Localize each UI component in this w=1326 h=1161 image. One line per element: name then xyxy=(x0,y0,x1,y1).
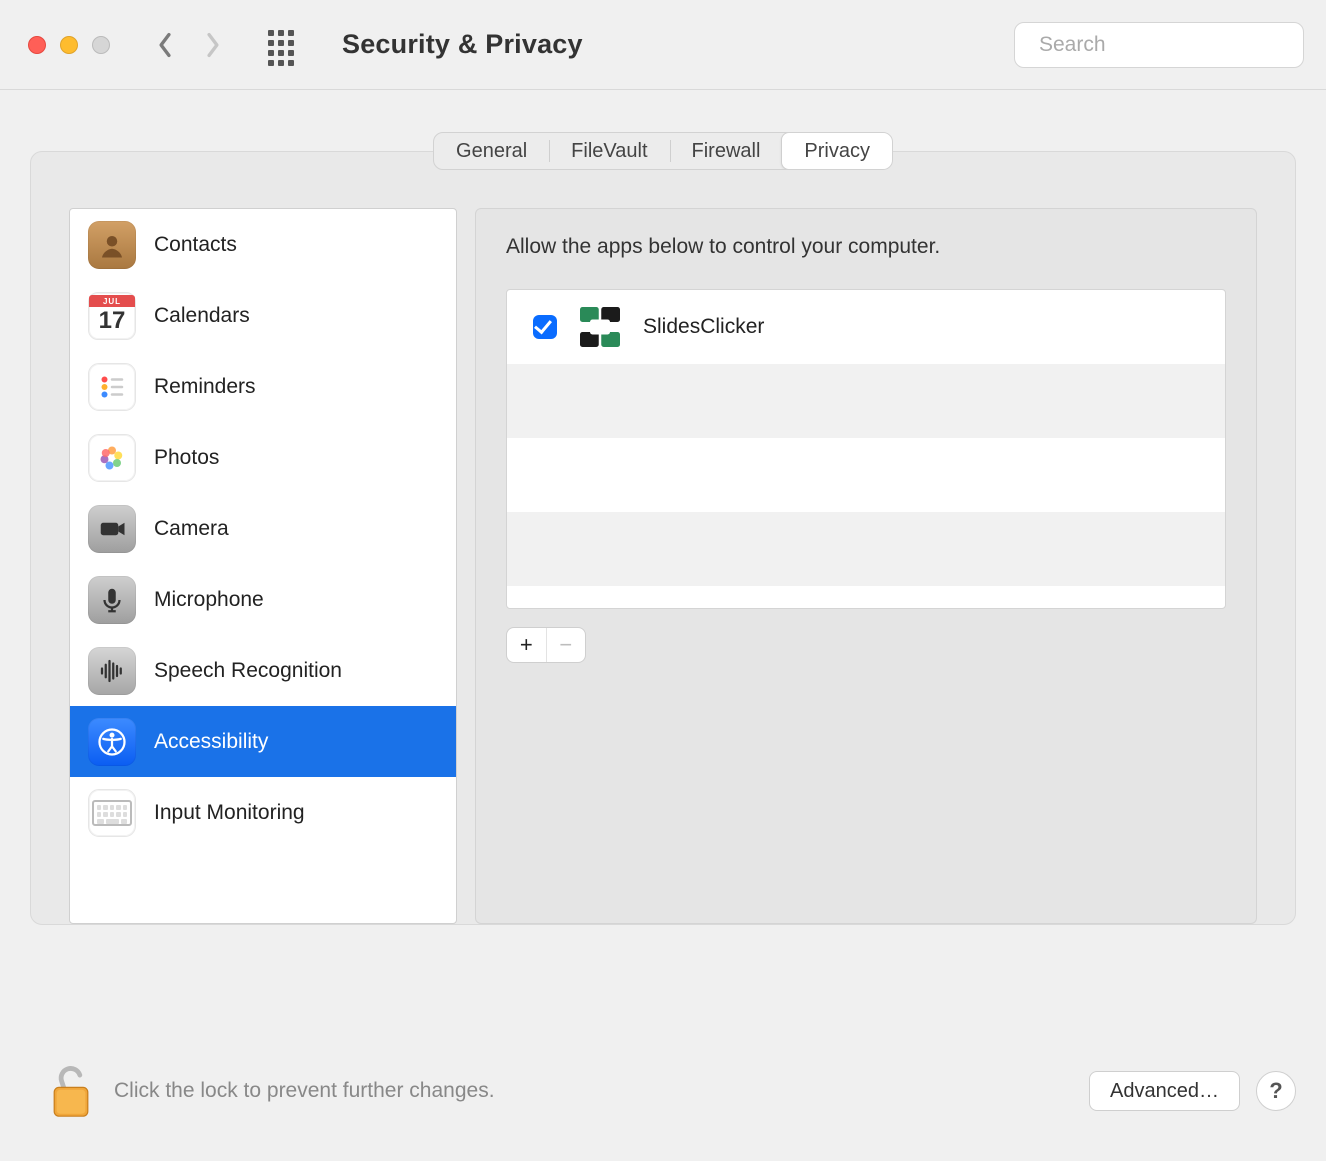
close-window-button[interactable] xyxy=(28,36,46,54)
app-row[interactable]: SlidesClicker xyxy=(507,290,1225,364)
sidebar-label: Accessibility xyxy=(154,730,268,754)
sidebar-label: Reminders xyxy=(154,375,256,399)
lock-button[interactable] xyxy=(46,1061,96,1121)
photos-icon xyxy=(88,434,136,482)
remove-app-button[interactable]: − xyxy=(547,628,586,662)
search-field[interactable] xyxy=(1014,22,1304,68)
sidebar-label: Input Monitoring xyxy=(154,801,305,825)
app-name-label: SlidesClicker xyxy=(643,315,764,339)
sidebar-item-speech-recognition[interactable]: Speech Recognition xyxy=(70,635,456,706)
sidebar-item-photos[interactable]: Photos xyxy=(70,422,456,493)
sidebar-item-reminders[interactable]: Reminders xyxy=(70,351,456,422)
camera-icon xyxy=(88,505,136,553)
sidebar-item-accessibility[interactable]: Accessibility xyxy=(70,706,456,777)
privacy-category-list[interactable]: Contacts JUL 17 Calendars Reminders xyxy=(69,208,457,924)
app-row-empty xyxy=(507,512,1225,586)
sidebar-label: Calendars xyxy=(154,304,250,328)
show-all-prefs-button[interactable] xyxy=(268,30,298,60)
sidebar-item-input-monitoring[interactable]: Input Monitoring xyxy=(70,777,456,848)
add-remove-control: + − xyxy=(506,627,586,663)
reminders-icon xyxy=(88,363,136,411)
lock-hint-text: Click the lock to prevent further change… xyxy=(114,1079,495,1103)
traffic-lights xyxy=(28,36,110,54)
sidebar-item-microphone[interactable]: Microphone xyxy=(70,564,456,635)
footer: Click the lock to prevent further change… xyxy=(0,1021,1326,1161)
search-input[interactable] xyxy=(1039,33,1310,57)
unlocked-lock-icon xyxy=(46,1061,96,1121)
contacts-icon xyxy=(88,221,136,269)
advanced-button[interactable]: Advanced… xyxy=(1089,1071,1240,1111)
tab-firewall[interactable]: Firewall xyxy=(670,133,783,169)
speech-recognition-icon xyxy=(88,647,136,695)
sidebar-item-calendars[interactable]: JUL 17 Calendars xyxy=(70,280,456,351)
sidebar-label: Contacts xyxy=(154,233,237,257)
microphone-icon xyxy=(88,576,136,624)
accessibility-detail-pane: Allow the apps below to control your com… xyxy=(475,208,1257,924)
accessibility-icon xyxy=(88,718,136,766)
sidebar-label: Microphone xyxy=(154,588,264,612)
app-row-empty xyxy=(507,438,1225,512)
chevron-right-icon xyxy=(204,32,222,58)
nav-arrows xyxy=(154,30,224,60)
calendars-icon: JUL 17 xyxy=(88,292,136,340)
minimize-window-button[interactable] xyxy=(60,36,78,54)
sidebar-item-camera[interactable]: Camera xyxy=(70,493,456,564)
tab-general[interactable]: General xyxy=(434,133,549,169)
toolbar: Security & Privacy xyxy=(0,0,1326,90)
sidebar-item-contacts[interactable]: Contacts xyxy=(70,209,456,280)
window-title: Security & Privacy xyxy=(342,29,583,60)
add-app-button[interactable]: + xyxy=(507,628,547,662)
app-icon xyxy=(575,302,625,352)
forward-button[interactable] xyxy=(202,30,224,60)
back-button[interactable] xyxy=(154,30,176,60)
sidebar-label: Speech Recognition xyxy=(154,659,342,683)
sidebar-label: Photos xyxy=(154,446,219,470)
chevron-left-icon xyxy=(156,32,174,58)
keyboard-icon xyxy=(88,789,136,837)
allowed-apps-list[interactable]: SlidesClicker xyxy=(506,289,1226,609)
help-button[interactable]: ? xyxy=(1256,1071,1296,1111)
app-row-empty xyxy=(507,586,1225,606)
app-row-empty xyxy=(507,364,1225,438)
app-enable-checkbox[interactable] xyxy=(533,315,557,339)
privacy-panel: Contacts JUL 17 Calendars Reminders xyxy=(30,151,1296,925)
sidebar-label: Camera xyxy=(154,517,229,541)
zoom-window-button[interactable] xyxy=(92,36,110,54)
pane-heading: Allow the apps below to control your com… xyxy=(506,235,1226,259)
tab-filevault[interactable]: FileVault xyxy=(549,133,669,169)
tab-privacy[interactable]: Privacy xyxy=(781,132,893,170)
